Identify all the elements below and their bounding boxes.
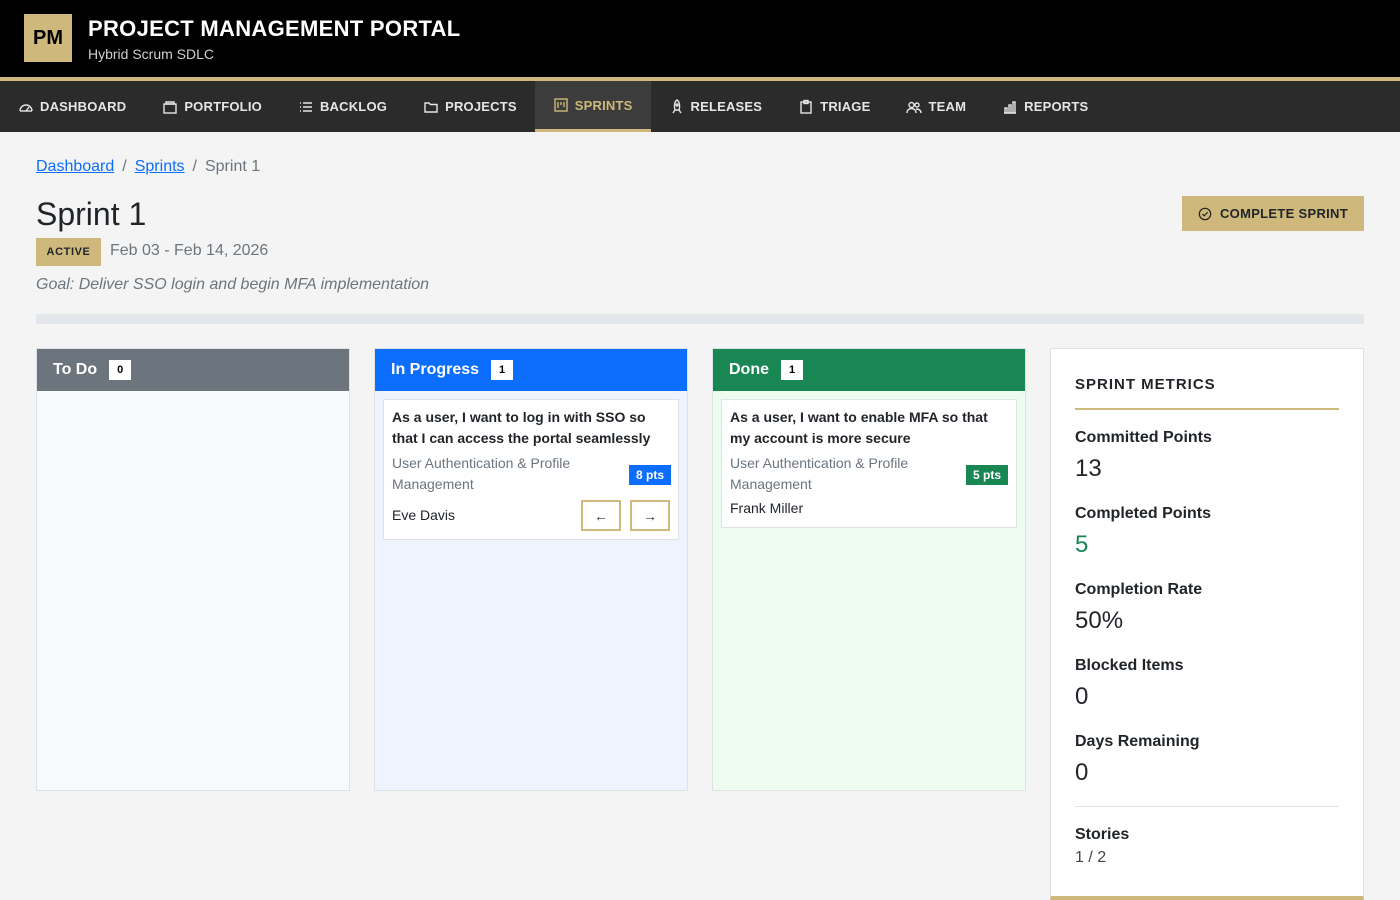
nav-backlog-label: BACKLOG	[319, 99, 388, 114]
nav-sprints[interactable]: SPRINTS	[534, 81, 651, 132]
column-todo: To Do 0	[36, 348, 350, 791]
breadcrumb-separator: /	[122, 158, 127, 175]
column-in-progress: In Progress 1 As a user, I want to log i…	[374, 348, 688, 791]
story-title: As a user, I want to log in with SSO so …	[392, 409, 651, 446]
complete-sprint-label: COMPLETE SPRINT	[1219, 206, 1348, 221]
sprint-progress-track	[36, 314, 1364, 324]
story-title: As a user, I want to enable MFA so that …	[730, 409, 988, 446]
nav-projects[interactable]: PROJECTS	[405, 81, 535, 132]
nav-triage-label: TRIAGE	[820, 99, 871, 114]
completed-points-value: 5	[1075, 531, 1089, 558]
column-todo-count: 0	[109, 360, 132, 380]
breadcrumb-sprints-link[interactable]: Sprints	[135, 158, 185, 176]
sprint-dates: Feb 03 - Feb 14, 2026	[110, 242, 269, 259]
story-points-badge: 8 pts	[629, 465, 672, 485]
metrics-divider	[1075, 408, 1339, 410]
column-done-title: Done	[729, 361, 769, 378]
story-card[interactable]: As a user, I want to log in with SSO so …	[383, 399, 679, 540]
column-done-count: 1	[781, 360, 803, 380]
column-todo-header: To Do 0	[37, 349, 349, 391]
nav-dashboard[interactable]: DASHBOARD	[0, 81, 144, 132]
dashboard-icon	[19, 103, 33, 112]
story-epic: User Authentication & Profile Management	[392, 455, 571, 492]
backlog-icon	[299, 101, 312, 112]
nav-portfolio[interactable]: PORTFOLIO	[144, 81, 280, 132]
days-remaining-label: Days Remaining	[1075, 733, 1200, 750]
move-left-button[interactable]: ←	[581, 500, 621, 531]
committed-points-value: 13	[1075, 455, 1102, 482]
breadcrumb-dashboard-link[interactable]: Dashboard	[36, 158, 114, 176]
story-points-badge: 5 pts	[966, 465, 1009, 485]
nav-portfolio-label: PORTFOLIO	[184, 99, 262, 114]
nav-dashboard-label: DASHBOARD	[40, 99, 127, 114]
nav-releases-label: RELEASES	[690, 99, 763, 114]
check-circle-icon	[1198, 207, 1212, 220]
move-right-button[interactable]: →	[630, 500, 670, 531]
breadcrumb: Dashboard / Sprints / Sprint 1	[36, 158, 260, 176]
nav-team-label: TEAM	[928, 99, 967, 114]
app-header: PM PROJECT MANAGEMENT PORTAL Hybrid Scru…	[0, 0, 1400, 77]
portfolio-icon	[163, 100, 178, 114]
completion-rate-value: 50%	[1075, 607, 1124, 634]
nav-reports[interactable]: REPORTS	[984, 81, 1106, 132]
complete-sprint-button[interactable]: COMPLETE SPRINT	[1182, 196, 1364, 231]
column-done-header: Done 1	[713, 349, 1025, 391]
stories-label: Stories	[1075, 826, 1130, 843]
blocked-items-value: 0	[1075, 683, 1089, 710]
page-title: Sprint 1	[36, 196, 147, 232]
completion-rate-label: Completion Rate	[1075, 581, 1203, 598]
column-done: Done 1 As a user, I want to enable MFA s…	[712, 348, 1026, 791]
completed-points-label: Completed Points	[1075, 505, 1212, 522]
app-title: PROJECT MANAGEMENT PORTAL	[88, 16, 461, 41]
blocked-items-label: Blocked Items	[1075, 657, 1184, 674]
column-in-progress-header: In Progress 1	[375, 349, 687, 391]
app-subtitle: Hybrid Scrum SDLC	[88, 46, 215, 62]
status-badge: ACTIVE	[36, 238, 101, 266]
kanban-icon	[554, 98, 568, 112]
sprint-goal: Goal: Deliver SSO login and begin MFA im…	[36, 276, 430, 293]
sprint-metrics-panel: SPRINT METRICS Committed Points 13 Compl…	[1050, 348, 1364, 900]
story-card[interactable]: As a user, I want to enable MFA so that …	[721, 399, 1017, 528]
stories-value: 1 / 2	[1075, 849, 1107, 866]
breadcrumb-separator: /	[192, 158, 197, 175]
clipboard-icon	[800, 99, 812, 114]
people-icon	[906, 101, 923, 113]
nav-reports-label: REPORTS	[1024, 99, 1089, 114]
column-in-progress-count: 1	[491, 360, 514, 380]
arrow-right-icon: →	[643, 507, 657, 524]
nav-team[interactable]: TEAM	[888, 81, 984, 132]
story-assignee: Eve Davis	[392, 507, 456, 523]
folder-icon	[424, 101, 438, 113]
column-todo-title: To Do	[53, 361, 98, 378]
story-assignee: Frank Miller	[730, 500, 804, 516]
nav-releases[interactable]: RELEASES	[651, 81, 781, 132]
nav-triage[interactable]: TRIAGE	[780, 81, 888, 132]
breadcrumb-current: Sprint 1	[204, 158, 261, 175]
days-remaining-value: 0	[1075, 759, 1089, 786]
nav-backlog[interactable]: BACKLOG	[280, 81, 405, 132]
rocket-icon	[671, 98, 682, 113]
bar-chart-icon	[1004, 100, 1017, 114]
main-nav: DASHBOARD PORTFOLIO BACKLOG PROJECTS SPR…	[0, 81, 1400, 132]
column-in-progress-title: In Progress	[391, 361, 480, 378]
metrics-title: SPRINT METRICS	[1075, 376, 1216, 393]
metrics-separator	[1075, 806, 1339, 807]
nav-projects-label: PROJECTS	[445, 99, 517, 114]
committed-points-label: Committed Points	[1075, 429, 1212, 446]
arrow-left-icon: ←	[594, 507, 608, 524]
story-epic: User Authentication & Profile Management	[730, 455, 909, 492]
nav-sprints-label: SPRINTS	[574, 97, 633, 113]
app-logo[interactable]: PM	[24, 14, 72, 62]
